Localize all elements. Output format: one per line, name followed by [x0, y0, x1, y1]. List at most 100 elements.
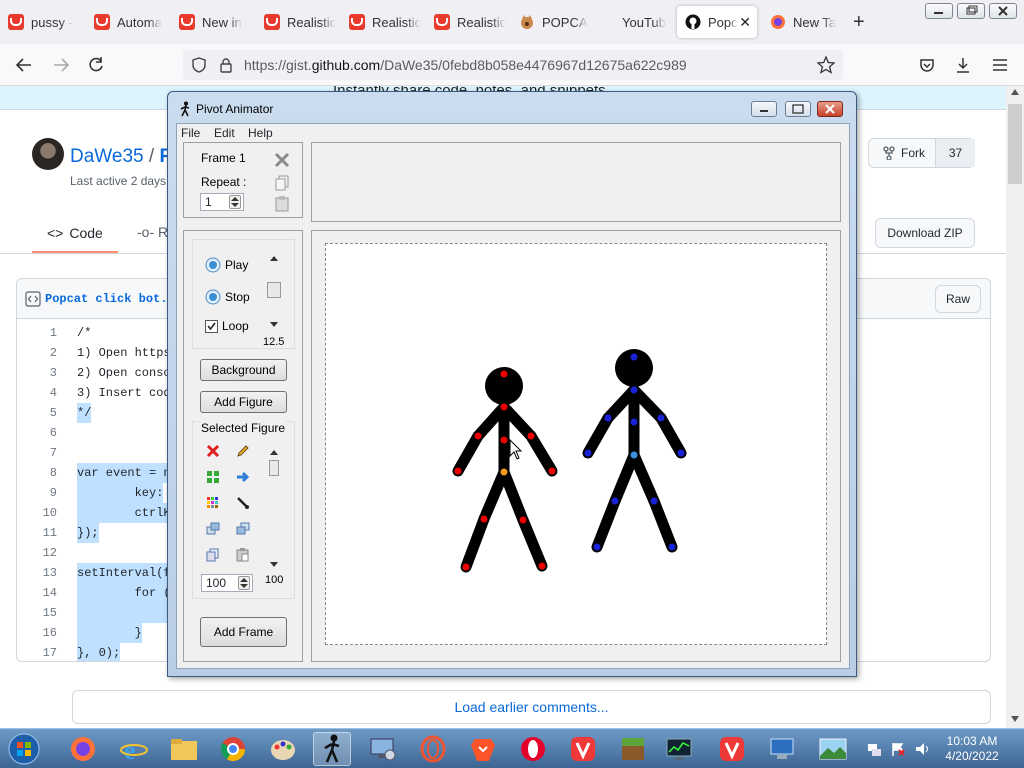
- line-number[interactable]: 6: [17, 423, 57, 443]
- browser-tab[interactable]: New in: [171, 6, 256, 38]
- new-tab-plus-icon[interactable]: +: [853, 11, 865, 34]
- minimize-window-button[interactable]: [925, 3, 953, 19]
- background-button[interactable]: Background: [200, 359, 287, 381]
- restore-window-button[interactable]: [957, 3, 985, 19]
- reload-icon[interactable]: [87, 56, 105, 74]
- browser-tab[interactable]: New Ta: [762, 6, 847, 38]
- scroll-up-icon[interactable]: [270, 450, 278, 455]
- add-figure-button[interactable]: Add Figure: [200, 391, 287, 413]
- flag-tray-icon[interactable]: [890, 741, 906, 757]
- browser-tab[interactable]: Realistic: [341, 6, 426, 38]
- line-number[interactable]: 9: [17, 483, 57, 503]
- shield-icon[interactable]: [191, 57, 207, 73]
- stick-figure-blue[interactable]: [582, 349, 687, 553]
- file-name-link[interactable]: Popcat click bot.j: [45, 292, 175, 306]
- line-number[interactable]: 2: [17, 343, 57, 363]
- start-button[interactable]: [4, 732, 44, 766]
- back-arrow-icon[interactable]: [15, 56, 33, 74]
- vivaldi-2-taskbar-button[interactable]: [713, 732, 751, 766]
- avatar[interactable]: [32, 138, 64, 170]
- browser-tab[interactable]: pussy -: [0, 6, 85, 38]
- lock-icon[interactable]: [219, 57, 233, 73]
- line-number[interactable]: 8: [17, 463, 57, 483]
- fork-button[interactable]: Fork 37: [868, 138, 975, 168]
- control-panel-taskbar-button[interactable]: [364, 732, 402, 766]
- downloads-icon[interactable]: [954, 56, 972, 74]
- slider-down-icon[interactable]: [270, 322, 278, 327]
- brave-taskbar-button[interactable]: [464, 732, 502, 766]
- opera-taskbar-button[interactable]: [514, 732, 552, 766]
- line-number[interactable]: 10: [17, 503, 57, 523]
- forward-arrow-icon[interactable]: [52, 56, 70, 74]
- animation-canvas[interactable]: [325, 243, 827, 645]
- play-button[interactable]: Play: [205, 257, 248, 273]
- scroll-down-arrow-icon[interactable]: [1011, 716, 1019, 722]
- pivot-taskbar-button[interactable]: [313, 732, 351, 766]
- stepper-arrows-icon[interactable]: [238, 576, 250, 590]
- line-number[interactable]: 14: [17, 583, 57, 603]
- stepper-arrows-icon[interactable]: [229, 195, 241, 209]
- task-manager-taskbar-button[interactable]: [660, 732, 698, 766]
- scroll-down-icon[interactable]: [270, 562, 278, 567]
- photo-viewer-taskbar-button[interactable]: [814, 732, 852, 766]
- loop-checkbox[interactable]: Loop: [205, 319, 249, 333]
- speed-slider-thumb[interactable]: [267, 282, 281, 298]
- line-number[interactable]: 7: [17, 443, 57, 463]
- line-number[interactable]: 11: [17, 523, 57, 543]
- line-number[interactable]: 17: [17, 643, 57, 661]
- edit-figure-pencil-icon[interactable]: [236, 444, 250, 458]
- add-frame-button[interactable]: Add Frame: [200, 617, 287, 647]
- figure-tools-thumb[interactable]: [269, 460, 279, 476]
- delete-figure-icon[interactable]: [206, 444, 220, 458]
- browser-tab[interactable]: Automa: [86, 6, 171, 38]
- slider-up-icon[interactable]: [270, 256, 278, 261]
- browser-tab[interactable]: Realistic: [426, 6, 511, 38]
- line-number[interactable]: 12: [17, 543, 57, 563]
- raw-button[interactable]: Raw: [935, 285, 981, 313]
- tab-code[interactable]: <> Code: [32, 214, 118, 253]
- close-window-button[interactable]: [989, 3, 1017, 19]
- menu-edit[interactable]: Edit: [214, 126, 235, 140]
- flip-figure-icon[interactable]: [236, 470, 250, 484]
- line-number[interactable]: 13: [17, 563, 57, 583]
- line-number[interactable]: 16: [17, 623, 57, 643]
- delete-frame-icon[interactable]: [274, 152, 290, 168]
- download-zip-button[interactable]: Download ZIP: [875, 218, 975, 248]
- stop-button[interactable]: Stop: [205, 289, 250, 305]
- volume-tray-icon[interactable]: [914, 741, 930, 757]
- chrome-taskbar-button[interactable]: [214, 732, 252, 766]
- page-scrollbar[interactable]: [1006, 86, 1024, 728]
- center-figure-icon[interactable]: [206, 470, 220, 484]
- browser-tab[interactable]: YouTub: [596, 6, 676, 38]
- paint-taskbar-button[interactable]: [264, 732, 302, 766]
- browser-tab-active[interactable]: Popc ✕: [677, 6, 757, 38]
- copy-figure-icon[interactable]: [206, 548, 220, 562]
- pocket-icon[interactable]: [918, 56, 936, 74]
- front-figure-icon[interactable]: [206, 522, 220, 536]
- speed-slider[interactable]: [266, 254, 282, 330]
- close-tab-icon[interactable]: ✕: [739, 14, 751, 31]
- bookmark-star-icon[interactable]: [817, 56, 835, 74]
- browser-tab[interactable]: Realistic: [256, 6, 341, 38]
- browser-tab[interactable]: POPCA: [511, 6, 596, 38]
- owner-link[interactable]: DaWe35: [70, 146, 144, 167]
- minecraft-taskbar-button[interactable]: [614, 732, 652, 766]
- scrollbar-thumb[interactable]: [1008, 104, 1022, 184]
- paste-frame-icon[interactable]: [275, 196, 289, 212]
- network-tray-icon[interactable]: [866, 741, 882, 757]
- line-number[interactable]: 1: [17, 323, 57, 343]
- line-number[interactable]: 5: [17, 403, 57, 423]
- figure-tools-scrollbar[interactable]: [266, 446, 282, 570]
- copy-frame-icon[interactable]: [275, 175, 289, 191]
- join-figure-icon[interactable]: [236, 496, 250, 510]
- opera-gx-taskbar-button[interactable]: [414, 732, 452, 766]
- menu-file[interactable]: File: [181, 126, 200, 140]
- scroll-up-arrow-icon[interactable]: [1011, 89, 1019, 95]
- repeat-stepper[interactable]: 1: [200, 193, 244, 211]
- color-figure-icon[interactable]: [206, 496, 220, 510]
- load-earlier-comments-link[interactable]: Load earlier comments...: [72, 690, 991, 724]
- stick-figure-red[interactable]: [452, 367, 558, 573]
- menu-hamburger-icon[interactable]: [991, 56, 1009, 74]
- taskbar-clock[interactable]: 10:03 AM 4/20/2022: [940, 734, 1004, 764]
- pivot-close-button[interactable]: [817, 101, 843, 117]
